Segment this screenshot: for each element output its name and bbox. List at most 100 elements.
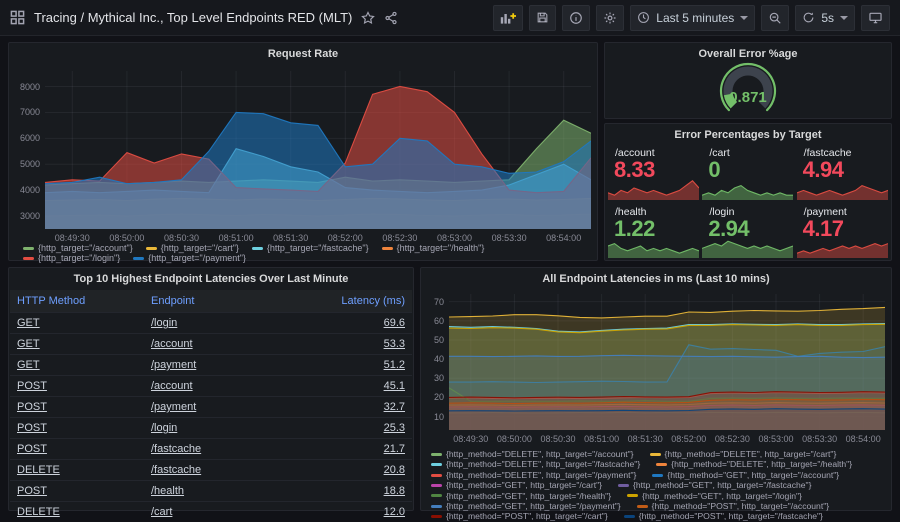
refresh-picker[interactable]: 5s <box>795 5 855 31</box>
table-row: GET/login69.6 <box>10 313 412 334</box>
legend-item[interactable]: {http_method="GET", http_target="/cart"} <box>431 480 602 490</box>
table-cell-link[interactable]: /login <box>144 313 278 334</box>
legend-item[interactable]: {http_method="DELETE", http_target="/hea… <box>656 459 852 469</box>
stat-cell[interactable]: /health1.22 <box>608 203 699 259</box>
table-cell-link[interactable]: /account <box>144 334 278 355</box>
legend-color-dash <box>627 494 638 497</box>
legend-label: {http_target="/health"} <box>397 243 485 253</box>
panel-title[interactable]: Overall Error %age <box>605 48 891 60</box>
info-circle-icon <box>569 11 583 25</box>
save-dashboard-button[interactable] <box>529 5 556 31</box>
x-axis-label: 08:52:30 <box>382 233 417 243</box>
x-axis-label: 08:50:30 <box>164 233 199 243</box>
legend-label: {http_method="POST", http_target="/accou… <box>652 501 830 511</box>
legend-label: {http_method="POST", http_target="/fastc… <box>639 511 823 521</box>
stat-cell[interactable]: /fastcache4.94 <box>797 144 888 200</box>
table-cell-link[interactable]: 18.8 <box>278 481 412 502</box>
request-rate-chart[interactable]: 300040005000600070008000 <box>45 71 591 229</box>
legend-item[interactable]: {http_method="GET", http_target="/paymen… <box>431 501 621 511</box>
table-cell-link[interactable]: GET <box>10 355 144 376</box>
table-row: GET/payment51.2 <box>10 355 412 376</box>
time-range-label: Last 5 minutes <box>656 11 734 25</box>
table-cell-link[interactable]: 53.3 <box>278 334 412 355</box>
table-cell-link[interactable]: GET <box>10 313 144 334</box>
legend-label: {http_method="DELETE", http_target="/acc… <box>446 449 634 459</box>
stat-cell[interactable]: /login2.94 <box>702 203 793 259</box>
table-cell-link[interactable]: DELETE <box>10 460 144 481</box>
legend-item[interactable]: {http_target="/payment"} <box>133 253 246 263</box>
legend-item[interactable]: {http_method="GET", http_target="/health… <box>431 491 611 501</box>
table-row: POST/account45.1 <box>10 376 412 397</box>
panel-title[interactable]: All Endpoint Latencies in ms (Last 10 mi… <box>421 273 891 285</box>
legend-item[interactable]: {http_method="POST", http_target="/fastc… <box>624 511 823 521</box>
add-panel-button[interactable] <box>493 5 523 31</box>
table-cell-link[interactable]: /payment <box>144 355 278 376</box>
table-cell-link[interactable]: /fastcache <box>144 439 278 460</box>
table-row: POST/login25.3 <box>10 418 412 439</box>
dashboard-settings-button[interactable] <box>596 5 624 31</box>
panel-title[interactable]: Request Rate <box>9 48 597 60</box>
legend-item[interactable]: {http_target="/health"} <box>382 243 485 253</box>
legend-item[interactable]: {http_method="GET", http_target="/login"… <box>627 491 802 501</box>
legend-label: {http_method="DELETE", http_target="/hea… <box>671 459 852 469</box>
table-cell-link[interactable]: /payment <box>144 397 278 418</box>
table-cell-link[interactable]: 32.7 <box>278 397 412 418</box>
clock-icon <box>637 11 650 24</box>
star-icon[interactable] <box>361 11 375 25</box>
legend-item[interactable]: {http_target="/fastcache"} <box>252 243 369 253</box>
latency-chart[interactable]: 10203040506070 <box>449 294 885 430</box>
table-cell-link[interactable]: POST <box>10 376 144 397</box>
legend-label: {http_method="GET", http_target="/login"… <box>642 491 802 501</box>
legend-item[interactable]: {http_target="/account"} <box>23 243 133 253</box>
legend-item[interactable]: {http_method="DELETE", http_target="/car… <box>650 449 837 459</box>
table-cell-link[interactable]: POST <box>10 439 144 460</box>
stat-cell[interactable]: /account8.33 <box>608 144 699 200</box>
legend-color-dash <box>650 453 661 456</box>
monitor-icon <box>868 11 883 25</box>
breadcrumb[interactable]: Tracing / Mythical Inc., Top Level Endpo… <box>34 10 352 25</box>
y-axis-label: 20 <box>434 392 444 402</box>
table-cell-link[interactable]: POST <box>10 418 144 439</box>
legend-item[interactable]: {http_method="DELETE", http_target="/fas… <box>431 459 640 469</box>
dashboard-insights-button[interactable] <box>562 5 590 31</box>
legend-item[interactable]: {http_target="/login"} <box>23 253 120 263</box>
stat-sparkline <box>702 234 793 258</box>
table-cell-link[interactable]: /health <box>144 481 278 502</box>
column-header[interactable]: HTTP Method <box>10 290 144 313</box>
panel-latency-chart: All Endpoint Latencies in ms (Last 10 mi… <box>420 267 892 511</box>
legend-item[interactable]: {http_method="DELETE", http_target="/acc… <box>431 449 634 459</box>
table-cell-link[interactable]: POST <box>10 481 144 502</box>
x-axis-label: 08:49:30 <box>55 233 90 243</box>
table-cell-link[interactable]: /fastcache <box>144 460 278 481</box>
apps-grid-icon[interactable] <box>10 10 25 25</box>
panel-title[interactable]: Error Percentages by Target <box>605 129 891 141</box>
legend-item[interactable]: {http_method="GET", http_target="/accoun… <box>652 470 839 480</box>
zoom-out-button[interactable] <box>761 5 789 31</box>
legend-label: {http_method="POST", http_target="/cart"… <box>446 511 608 521</box>
table-cell-link[interactable]: 21.7 <box>278 439 412 460</box>
column-header[interactable]: Latency (ms) <box>278 290 412 313</box>
panel-title[interactable]: Top 10 Highest Endpoint Latencies Over L… <box>9 273 413 285</box>
share-icon[interactable] <box>384 11 398 25</box>
add-panel-icon <box>500 11 516 25</box>
legend-item[interactable]: {http_method="GET", http_target="/fastca… <box>618 480 811 490</box>
y-axis-label: 3000 <box>20 211 40 221</box>
legend-item[interactable]: {http_method="POST", http_target="/accou… <box>637 501 830 511</box>
table-cell-link[interactable]: POST <box>10 397 144 418</box>
table-cell-link[interactable]: 20.8 <box>278 460 412 481</box>
legend-item[interactable]: {http_method="DELETE", http_target="/pay… <box>431 470 636 480</box>
legend-item[interactable]: {http_target="/cart"} <box>146 243 239 253</box>
table-cell-link[interactable]: /login <box>144 418 278 439</box>
table-cell-link[interactable]: /account <box>144 376 278 397</box>
table-cell-link[interactable]: 69.6 <box>278 313 412 334</box>
stat-cell[interactable]: /cart0 <box>702 144 793 200</box>
time-range-picker[interactable]: Last 5 minutes <box>630 5 755 31</box>
table-cell-link[interactable]: 45.1 <box>278 376 412 397</box>
table-cell-link[interactable]: 25.3 <box>278 418 412 439</box>
legend-item[interactable]: {http_method="POST", http_target="/cart"… <box>431 511 608 521</box>
table-cell-link[interactable]: GET <box>10 334 144 355</box>
column-header[interactable]: Endpoint <box>144 290 278 313</box>
stat-cell[interactable]: /payment4.17 <box>797 203 888 259</box>
kiosk-mode-button[interactable] <box>861 5 890 31</box>
table-cell-link[interactable]: 51.2 <box>278 355 412 376</box>
